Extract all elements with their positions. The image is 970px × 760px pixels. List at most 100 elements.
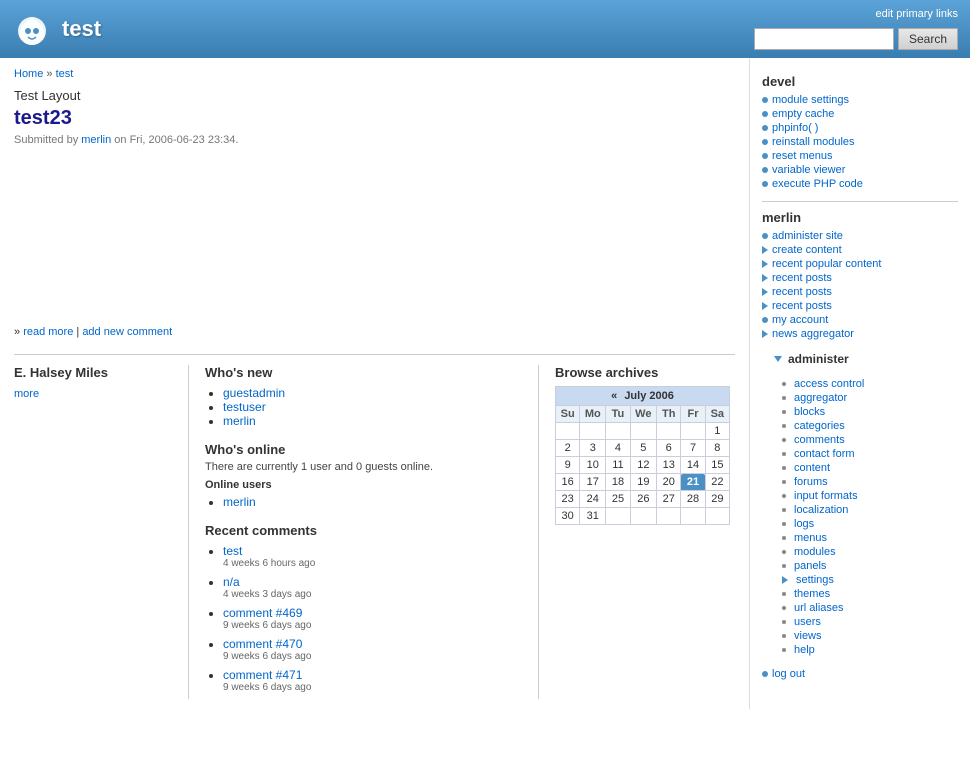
sidebar-item-execute-php[interactable]: execute PHP code (772, 178, 863, 190)
bullet-icon (762, 153, 768, 159)
sidebar-item-log-out[interactable]: log out (772, 668, 805, 680)
bullet-icon (762, 181, 768, 187)
sidebar-item-administer-site[interactable]: administer site (772, 230, 843, 242)
sidebar-item-reinstall-modules[interactable]: reinstall modules (772, 136, 855, 148)
table-row: 30 31 (556, 508, 730, 525)
list-item: settings (782, 573, 958, 587)
sidebar-item-views[interactable]: views (794, 630, 822, 642)
sidebar-item-module-settings[interactable]: module settings (772, 94, 849, 106)
cal-cell: 30 (556, 508, 580, 525)
sidebar-item-panels[interactable]: panels (794, 560, 826, 572)
list-item: access control (782, 377, 958, 391)
sidebar-item-settings[interactable]: settings (796, 574, 834, 586)
small-dot-icon (782, 606, 786, 610)
cal-cell (705, 508, 729, 525)
bullet-icon (762, 139, 768, 145)
sidebar-item-themes[interactable]: themes (794, 588, 830, 600)
list-item: menus (782, 531, 958, 545)
list-item: modules (782, 545, 958, 559)
sidebar-item-input-formats[interactable]: input formats (794, 490, 858, 502)
edit-primary-links-link[interactable]: edit primary links (875, 8, 958, 20)
cal-cell (606, 423, 630, 440)
sidebar-item-categories[interactable]: categories (794, 420, 845, 432)
comment-link-4[interactable]: comment #470 (223, 637, 302, 651)
sidebar-item-recent-posts-1[interactable]: recent posts (772, 272, 832, 284)
list-item: create content (762, 243, 958, 257)
sidebar-item-content[interactable]: content (794, 462, 830, 474)
calendar-prev[interactable]: « (611, 390, 617, 402)
list-item: help (782, 643, 958, 657)
sidebar-item-recent-posts-3[interactable]: recent posts (772, 300, 832, 312)
sidebar-item-menus[interactable]: menus (794, 532, 827, 544)
cal-cell: 3 (580, 440, 606, 457)
search-input[interactable] (754, 28, 894, 50)
cal-cell (681, 423, 705, 440)
breadcrumb-home[interactable]: Home (14, 68, 43, 80)
online-user-1[interactable]: merlin (223, 495, 256, 509)
sidebar-item-forums[interactable]: forums (794, 476, 828, 488)
sidebar-item-reset-menus[interactable]: reset menus (772, 150, 833, 162)
list-item: recent posts (762, 299, 958, 313)
sidebar-item-phpinfo[interactable]: phpinfo( ) (772, 122, 818, 134)
list-item: panels (782, 559, 958, 573)
submitted-user-link[interactable]: merlin (81, 134, 111, 146)
list-item: recent popular content (762, 257, 958, 271)
whos-new-user-1[interactable]: guestadmin (223, 386, 285, 400)
small-dot-icon (782, 592, 786, 596)
submitted-prefix: Submitted by (14, 134, 78, 146)
comment-link-1[interactable]: test (223, 544, 242, 558)
sidebar-item-news-aggregator[interactable]: news aggregator (772, 328, 854, 340)
list-item: views (782, 629, 958, 643)
online-users-list: merlin (205, 495, 522, 509)
comment-link-5[interactable]: comment #471 (223, 668, 302, 682)
more-link[interactable]: more (14, 388, 39, 400)
breadcrumb-separator: » (46, 68, 52, 80)
small-dot-icon (782, 466, 786, 470)
arrow-right-icon (762, 274, 768, 282)
list-item: comment #470 9 weeks 6 days ago (223, 637, 522, 662)
comment-link-3[interactable]: comment #469 (223, 606, 302, 620)
sidebar-item-variable-viewer[interactable]: variable viewer (772, 164, 845, 176)
whos-online-desc: There are currently 1 user and 0 guests … (205, 461, 522, 473)
bullet-icon (762, 671, 768, 677)
sidebar-item-comments[interactable]: comments (794, 434, 845, 446)
breadcrumb-current[interactable]: test (56, 68, 74, 80)
sidebar-item-url-aliases[interactable]: url aliases (794, 602, 844, 614)
small-dot-icon (782, 634, 786, 638)
search-button[interactable]: Search (898, 28, 958, 50)
sidebar-item-help[interactable]: help (794, 644, 815, 656)
page-label: Test Layout (14, 88, 735, 103)
sidebar-administer-sub-list: access control aggregator blocks categor… (762, 377, 958, 657)
arrow-right-icon (762, 260, 768, 268)
add-comment-link[interactable]: add new comment (82, 326, 172, 338)
sidebar-item-contact-form[interactable]: contact form (794, 448, 855, 460)
sidebar-item-aggregator[interactable]: aggregator (794, 392, 847, 404)
whos-new-user-3[interactable]: merlin (223, 414, 256, 428)
sidebar-item-access-control[interactable]: access control (794, 378, 864, 390)
sidebar-item-localization[interactable]: localization (794, 504, 848, 516)
cal-cell: 4 (606, 440, 630, 457)
middle-column: Who's new guestadmin testuser merlin Who… (189, 365, 539, 699)
sidebar-item-my-account[interactable]: my account (772, 314, 828, 326)
sidebar-item-modules[interactable]: modules (794, 546, 836, 558)
whos-new-user-2[interactable]: testuser (223, 400, 266, 414)
list-item: reset menus (762, 149, 958, 163)
sidebar-item-empty-cache[interactable]: empty cache (772, 108, 834, 120)
sidebar-item-create-content[interactable]: create content (772, 244, 842, 256)
comment-link-2[interactable]: n/a (223, 575, 240, 589)
sidebar-item-recent-posts-2[interactable]: recent posts (772, 286, 832, 298)
sidebar-item-blocks[interactable]: blocks (794, 406, 825, 418)
sidebar-item-recent-popular-content[interactable]: recent popular content (772, 258, 881, 270)
sidebar-item-logs[interactable]: logs (794, 518, 814, 530)
administer-label: administer (788, 352, 849, 366)
calendar-month-label: July 2006 (624, 390, 674, 402)
arrow-right-icon (762, 288, 768, 296)
cal-cell (657, 423, 681, 440)
list-item: recent posts (762, 285, 958, 299)
cal-cell: 6 (657, 440, 681, 457)
read-more-link[interactable]: read more (23, 326, 73, 338)
list-item: variable viewer (762, 163, 958, 177)
sidebar-item-users[interactable]: users (794, 616, 821, 628)
list-item: content (782, 461, 958, 475)
recent-comments-title: Recent comments (205, 523, 522, 538)
